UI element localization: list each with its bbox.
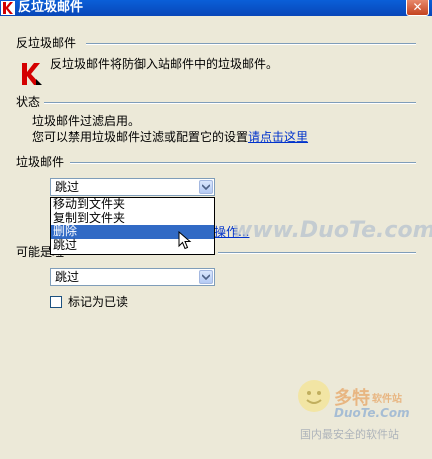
mouse-cursor-icon — [178, 231, 192, 250]
watermark-brand-suffix: 软件站 — [372, 394, 402, 405]
status-line-2: 您可以禁用垃圾邮件过滤或配置它的设置请点击这里 — [32, 129, 308, 145]
status-heading: 状态 — [16, 95, 41, 109]
antispam-divider — [86, 43, 416, 45]
window-title: 反垃圾邮件 — [18, 0, 84, 15]
title-bar: 反垃圾邮件 ✕ — [0, 0, 432, 16]
kaspersky-app-icon — [1, 1, 15, 15]
close-button[interactable]: ✕ — [406, 0, 429, 16]
antispam-heading: 反垃圾邮件 — [16, 36, 77, 50]
watermark-overlay: www.DuoTe.com — [232, 218, 432, 243]
watermark-tagline: 国内最安全的软件站 — [300, 428, 399, 441]
status-line-1: 垃圾邮件过滤启用。 — [32, 114, 141, 128]
status-divider — [44, 102, 416, 104]
watermark-brand-url: DuoTe.Com — [334, 406, 410, 420]
mascot-logo-icon — [298, 380, 330, 412]
spam-heading: 垃圾邮件 — [16, 155, 65, 169]
spam-action-select[interactable]: 跳过 — [50, 178, 215, 196]
possible-spam-divider — [218, 252, 416, 254]
status-line-2-text: 您可以禁用垃圾邮件过滤或配置它的设置 — [32, 130, 249, 144]
spam-divider — [70, 162, 416, 164]
kaspersky-logo-icon — [22, 63, 42, 85]
mark-as-read-label: 标记为已读 — [68, 295, 129, 309]
possible-spam-action-value: 跳过 — [55, 270, 80, 284]
chevron-down-icon[interactable] — [199, 180, 213, 194]
spam-action-value: 跳过 — [55, 180, 80, 194]
chevron-down-icon[interactable] — [199, 270, 213, 284]
antispam-description: 反垃圾邮件将防御入站邮件中的垃圾邮件。 — [50, 57, 279, 71]
option-move-to-folder[interactable]: 移动到文件夹 — [51, 197, 214, 212]
option-copy-to-folder[interactable]: 复制到文件夹 — [51, 211, 214, 226]
possible-spam-action-select[interactable]: 跳过 — [50, 268, 215, 286]
configure-link[interactable]: 请点击这里 — [248, 130, 308, 144]
mark-as-read-checkbox[interactable] — [50, 296, 62, 308]
